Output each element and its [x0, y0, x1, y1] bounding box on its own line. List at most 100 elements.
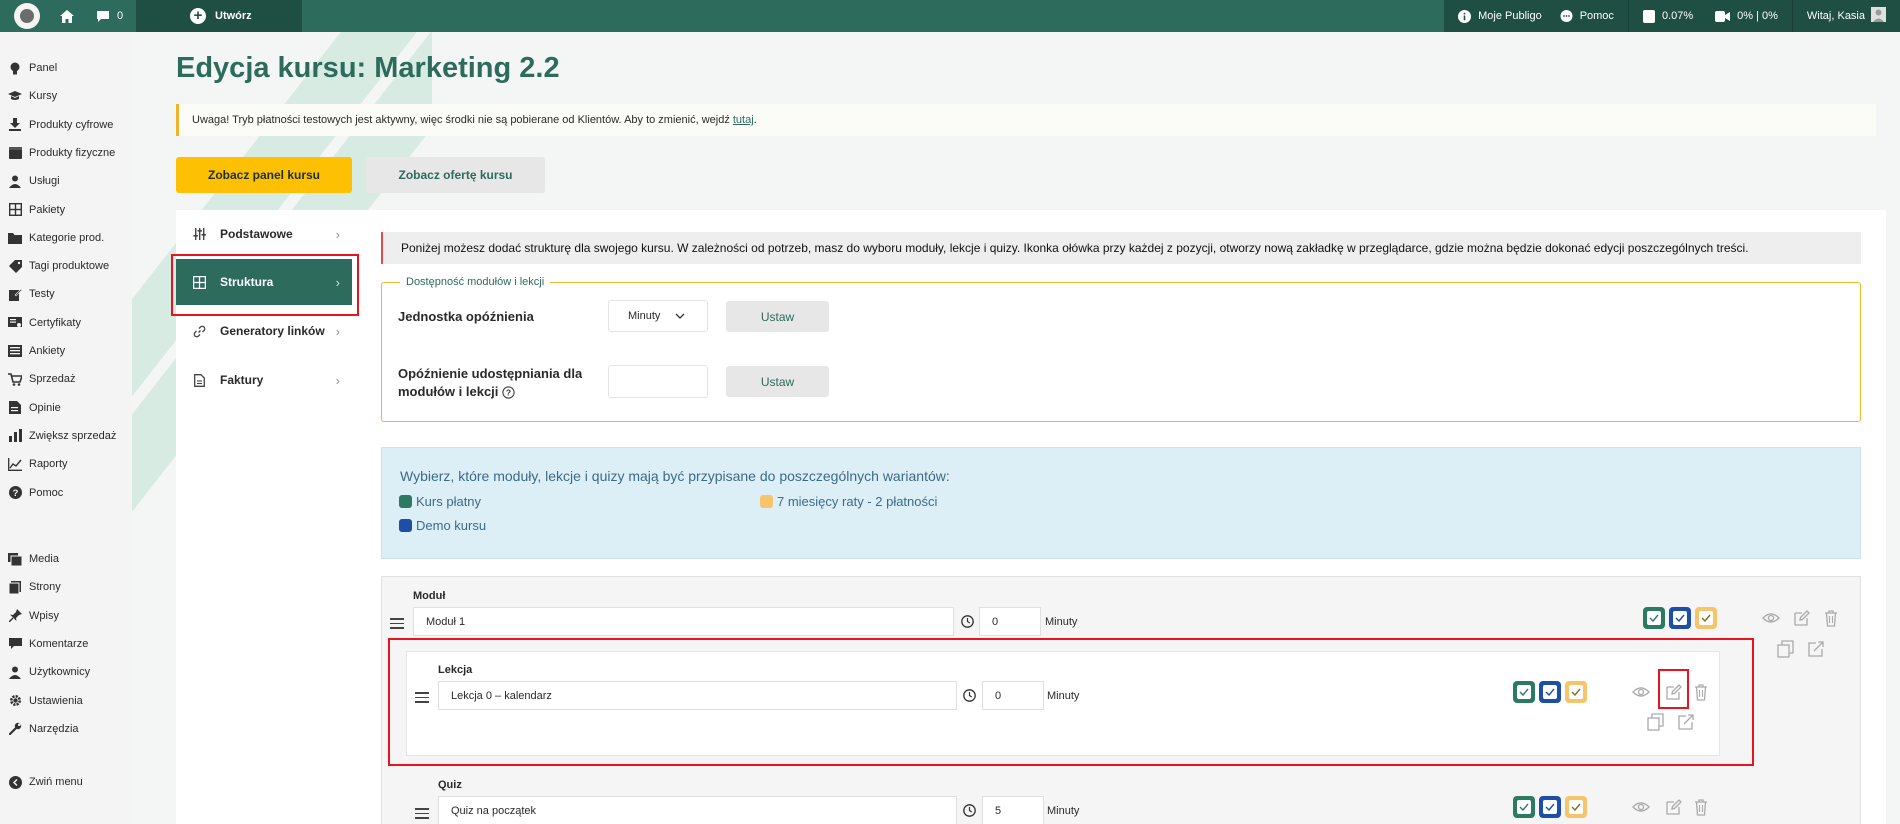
lightbulb-icon: [8, 61, 22, 75]
download-icon: [8, 118, 22, 132]
sidebar-item-testy[interactable]: Testy: [8, 287, 55, 301]
module-name-input[interactable]: Moduł 1: [413, 607, 954, 636]
help-bubble-icon: [1560, 9, 1573, 23]
delay-unit-select[interactable]: Minuty: [608, 300, 708, 332]
chevron-right-icon: ›: [335, 323, 340, 339]
create-label: Utwórz: [215, 10, 252, 22]
graduation-cap-icon: [8, 89, 22, 103]
line-chart-icon: [8, 457, 22, 471]
view-course-offer-button[interactable]: Zobacz ofertę kursu: [366, 157, 545, 193]
view-course-panel-button[interactable]: Zobacz panel kursu: [176, 157, 352, 193]
share-delay-input[interactable]: [608, 365, 708, 398]
sliders-icon: [192, 227, 206, 241]
sidebar-item-opinie[interactable]: Opinie: [8, 401, 61, 415]
home-icon[interactable]: [58, 7, 76, 25]
comment-icon: [8, 637, 22, 651]
site-logo[interactable]: [14, 3, 40, 29]
tab-invoices[interactable]: Faktury ›: [176, 357, 352, 403]
pencil-icon[interactable]: [1664, 798, 1682, 816]
sidebar-item-strony[interactable]: Strony: [8, 580, 61, 594]
module-variant-paid-checkbox[interactable]: [1643, 607, 1665, 629]
sidebar-item-panel[interactable]: Panel: [8, 61, 57, 75]
quiz-delay-unit: Minuty: [1047, 805, 1080, 817]
drag-handle-icon[interactable]: [390, 618, 404, 629]
quiz-variant-paid-checkbox[interactable]: [1513, 796, 1535, 818]
pages-icon: [8, 580, 22, 594]
opinion-icon: [8, 401, 22, 415]
tab-basic[interactable]: Podstawowe ›: [176, 211, 352, 257]
module-delay-input[interactable]: 0: [979, 607, 1041, 636]
sidebar-item-pakiety[interactable]: Pakiety: [8, 203, 65, 217]
sidebar-item-ankiety[interactable]: Ankiety: [8, 344, 65, 358]
duplicate-icon[interactable]: [1777, 640, 1795, 658]
quiz-name-input[interactable]: Quiz na początek: [438, 796, 957, 824]
comments-icon[interactable]: [94, 7, 112, 25]
share-delay-label: Opóźnienie udostępniania dla modułów i l…: [398, 366, 583, 399]
quiz-delay-input[interactable]: 5: [982, 796, 1044, 824]
variant-swatch: [399, 519, 412, 532]
sidebar-item-usługi[interactable]: Usługi: [8, 174, 60, 188]
quiz-variant-demo-checkbox[interactable]: [1539, 796, 1561, 818]
tab-link-generators[interactable]: Generatory linków ›: [176, 308, 352, 354]
sidebar-item-certyfikaty[interactable]: Certyfikaty: [8, 316, 81, 330]
sidebar-item-kategorie-prod-[interactable]: Kategorie prod.: [8, 231, 104, 245]
sidebar-item-raporty[interactable]: Raporty: [8, 457, 68, 471]
svg-text:?: ?: [506, 387, 511, 397]
availability-legend: Dostępność modułów i lekcji: [400, 276, 551, 288]
sidebar-item-użytkownicy[interactable]: Użytkownicy: [8, 665, 90, 679]
sidebar-item-sprzedaż[interactable]: Sprzedaż: [8, 372, 75, 386]
eye-icon[interactable]: [1762, 609, 1780, 627]
trash-icon[interactable]: [1692, 798, 1710, 816]
module-label: Moduł: [413, 590, 446, 602]
create-button[interactable]: + Utwórz: [136, 0, 302, 32]
quiz-label: Quiz: [438, 779, 462, 791]
sidebar-item-media[interactable]: Media: [8, 552, 59, 566]
sidebar-item-pomoc[interactable]: ? Pomoc: [8, 486, 63, 500]
comments-count[interactable]: 0: [117, 10, 123, 22]
delay-unit-label: Jednostka opóźnienia: [398, 309, 534, 324]
trash-icon[interactable]: [1822, 609, 1840, 627]
link-icon: [192, 324, 206, 338]
usage-stats[interactable]: 0.07% 0% | 0%: [1627, 0, 1792, 32]
plus-icon: +: [190, 8, 206, 24]
external-edit-icon[interactable]: [1807, 640, 1825, 658]
module-variant-demo-checkbox[interactable]: [1669, 607, 1691, 629]
set-share-delay-button[interactable]: Ustaw: [726, 366, 829, 397]
user-greeting[interactable]: Witaj, Kasia: [1791, 0, 1900, 32]
sidebar-item-zwiększ-sprzedaż[interactable]: Zwiększ sprzedaż: [8, 429, 116, 443]
sidebar-collapse-menu[interactable]: Zwiń menu: [8, 775, 83, 789]
cart-icon: [8, 372, 22, 386]
my-account-link[interactable]: Moje Publigo Pomoc: [1444, 0, 1628, 32]
variant-swatch: [399, 495, 412, 508]
sidebar-item-kursy[interactable]: Kursy: [8, 89, 57, 103]
sidebar-item-ustawienia[interactable]: Ustawienia: [8, 694, 83, 708]
quiz-variant-installments-checkbox[interactable]: [1565, 796, 1587, 818]
help-circle-icon[interactable]: ?: [502, 385, 516, 399]
sidebar-item-wpisy[interactable]: Wpisy: [8, 609, 59, 623]
drag-handle-icon[interactable]: [415, 808, 429, 819]
sidebar-item-tagi-produktowe[interactable]: Tagi produktowe: [8, 259, 109, 273]
variants-box: Wybierz, które moduły, lekcje i quizy ma…: [381, 447, 1861, 559]
module-delay-unit: Minuty: [1045, 616, 1078, 628]
topbar-help-link[interactable]: Pomoc: [1580, 10, 1614, 22]
set-delay-unit-button[interactable]: Ustaw: [726, 301, 829, 332]
variant-installments: 7 miesięcy raty - 2 płatności: [760, 494, 937, 509]
avatar: [1871, 7, 1886, 25]
eye-icon[interactable]: [1632, 798, 1650, 816]
survey-icon: [8, 344, 22, 358]
media-icon: [8, 552, 22, 566]
help-icon: ?: [8, 486, 22, 500]
structure-info: Poniżej możesz dodać strukturę dla swoje…: [381, 232, 1861, 264]
sidebar-item-produkty-cyfrowe[interactable]: Produkty cyfrowe: [8, 118, 113, 132]
sidebar-item-produkty-fizyczne[interactable]: Produkty fizyczne: [8, 146, 115, 160]
edit-icon: [8, 287, 22, 301]
collapse-icon: [8, 775, 22, 789]
notice-link[interactable]: tutaj: [733, 114, 754, 126]
sidebar-item-komentarze[interactable]: Komentarze: [8, 637, 88, 651]
grid-icon: [8, 203, 22, 217]
settings-icon: [8, 694, 22, 708]
pencil-icon[interactable]: [1792, 609, 1810, 627]
sidebar-item-narzędzia[interactable]: Narzędzia: [8, 722, 79, 736]
video-icon: [1715, 10, 1731, 22]
module-variant-installments-checkbox[interactable]: [1695, 607, 1717, 629]
